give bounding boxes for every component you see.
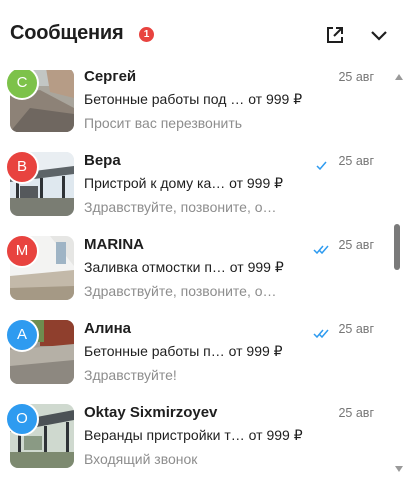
scrollbar-thumb[interactable] — [394, 224, 400, 270]
avatar: О — [5, 402, 39, 436]
open-in-new-window-button[interactable] — [324, 24, 346, 46]
contact-name: Oktay Sixmirzoyev — [84, 404, 218, 421]
scrollbar[interactable] — [392, 70, 404, 477]
conversation-item[interactable]: В Вера 25 авг Пристрой к дому ка… от 999… — [0, 144, 390, 228]
double-check-icon — [313, 241, 329, 259]
message-preview: Входящий звонок — [84, 451, 198, 467]
conversation-item[interactable]: С Сергей 25 авг Бетонные работы под … от… — [0, 70, 390, 144]
scroll-up-arrow-icon[interactable] — [395, 74, 403, 80]
avatar: А — [5, 318, 39, 352]
page-title: Сообщения — [10, 22, 124, 44]
scroll-down-arrow-icon[interactable] — [395, 466, 403, 472]
conversation-item[interactable]: О Oktay Sixmirzoyev 25 авг Веранды прист… — [0, 396, 390, 477]
listing-subject: Бетонные работы п… от 999 ₽ — [84, 343, 283, 359]
conversation-list[interactable]: С Сергей 25 авг Бетонные работы под … от… — [0, 70, 390, 477]
contact-name: Алина — [84, 320, 131, 337]
conversation-item[interactable]: М MARINA 25 авг Заливка отмостки п… от 9… — [0, 228, 390, 312]
message-date: 25 авг — [338, 322, 374, 336]
chevron-down-icon — [371, 31, 387, 41]
message-date: 25 авг — [338, 154, 374, 168]
contact-name: Сергей — [84, 70, 137, 85]
listing-subject: Веранды пристройки т… от 999 ₽ — [84, 427, 303, 443]
message-date: 25 авг — [338, 406, 374, 420]
message-preview: Здравствуйте, позвоните, о… — [84, 199, 277, 215]
double-check-icon — [313, 325, 329, 343]
unread-badge: 1 — [139, 27, 154, 42]
listing-subject: Бетонные работы под … от 999 ₽ — [84, 91, 303, 107]
listing-subject: Пристрой к дому ка… от 999 ₽ — [84, 175, 284, 191]
contact-name: MARINA — [84, 236, 144, 253]
contact-name: Вера — [84, 152, 121, 169]
message-preview: Просит вас перезвонить — [84, 115, 243, 131]
check-icon — [316, 157, 327, 175]
messages-header: Сообщения 1 — [0, 0, 408, 70]
message-date: 25 авг — [338, 238, 374, 252]
conversation-item[interactable]: А Алина 25 авг Бетонные работы п… от 999… — [0, 312, 390, 396]
message-preview: Здравствуйте, позвоните, о… — [84, 283, 277, 299]
avatar: М — [5, 234, 39, 268]
avatar: В — [5, 150, 39, 184]
external-link-icon — [327, 27, 343, 43]
listing-subject: Заливка отмостки п… от 999 ₽ — [84, 259, 284, 275]
collapse-button[interactable] — [368, 24, 390, 46]
message-preview: Здравствуйте! — [84, 367, 177, 383]
message-date: 25 авг — [338, 70, 374, 84]
